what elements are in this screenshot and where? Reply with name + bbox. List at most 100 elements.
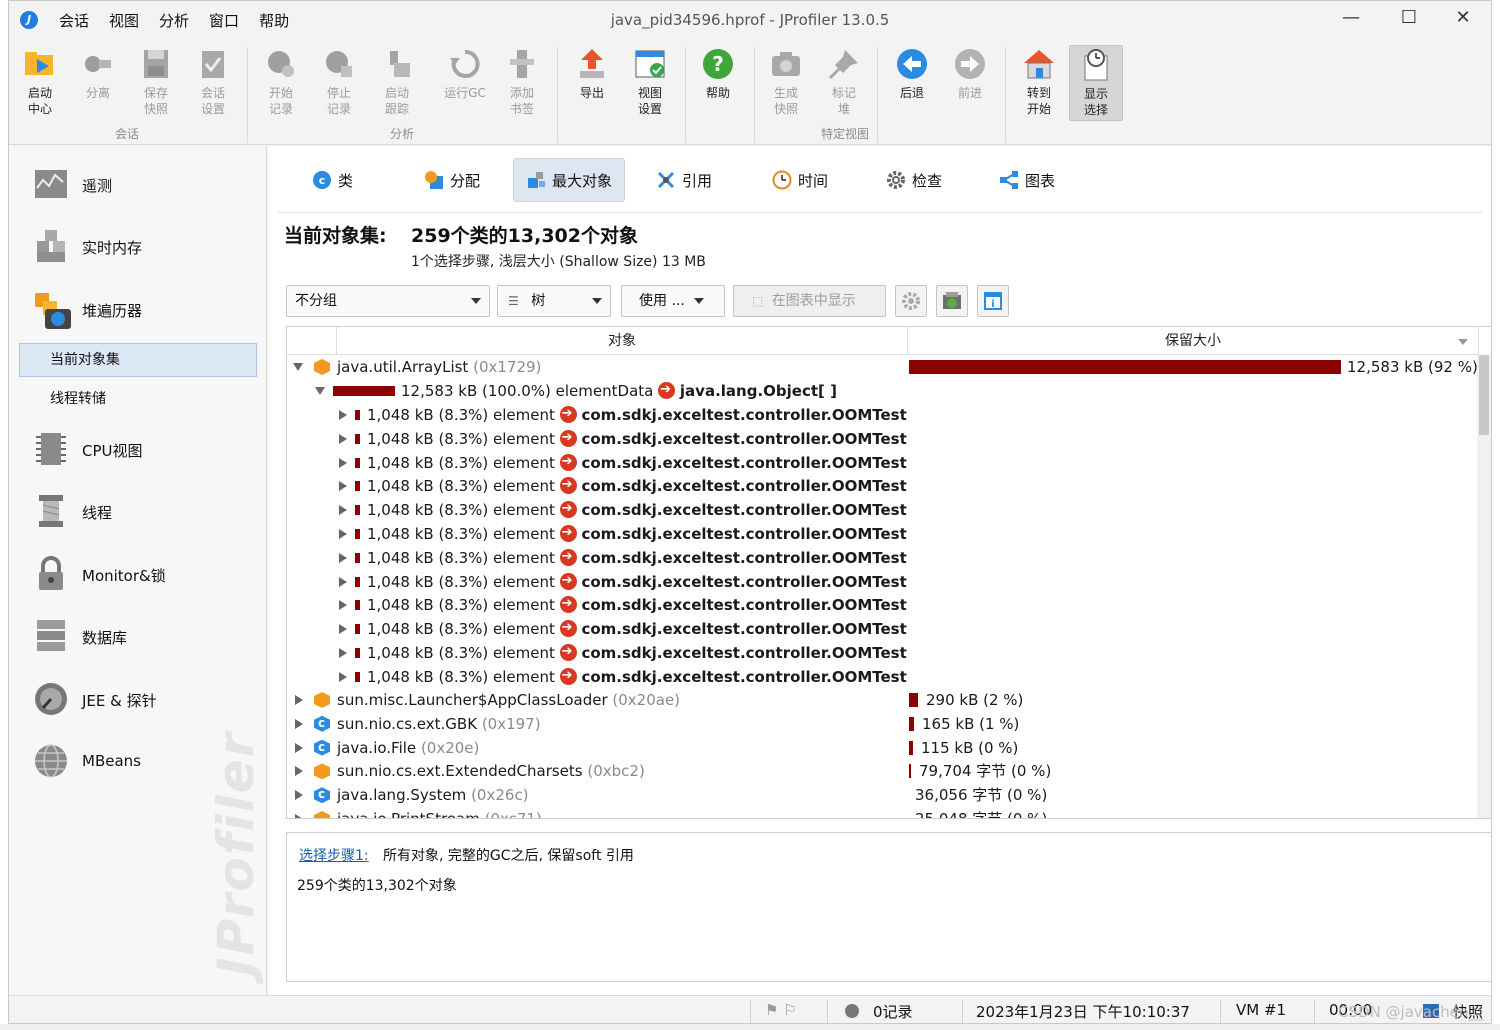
help-button[interactable]: ? 帮助 <box>691 45 745 121</box>
start-tracking-button[interactable]: 启动 跟踪 <box>370 45 424 121</box>
show-in-graph-button[interactable]: ⬚ 在图表中显示 <box>733 285 886 317</box>
expand-icon[interactable] <box>339 552 347 563</box>
tab-allocations[interactable]: 分配 <box>412 158 492 202</box>
expand-icon[interactable] <box>295 814 303 818</box>
expand-icon[interactable] <box>295 742 303 753</box>
minimize-button[interactable]: — <box>1331 7 1371 28</box>
vertical-scrollbar[interactable] <box>1477 355 1491 818</box>
expand-icon[interactable] <box>339 410 347 420</box>
sidebar-item-thread-dump[interactable]: 线程转储 <box>19 382 257 416</box>
scrollbar-thumb[interactable] <box>1479 355 1489 435</box>
tab-inspections[interactable]: 检查 <box>874 158 954 202</box>
run-gc-button[interactable]: 运行GC <box>438 45 492 121</box>
table-row[interactable]: sun.nio.cs.ext.ExtendedCharsets (0xbc2) 7… <box>287 759 1477 783</box>
expand-icon[interactable] <box>339 433 347 444</box>
session-settings-button[interactable]: 会话 设置 <box>186 45 240 121</box>
sidebar-item-database[interactable]: 数据库 <box>9 608 266 664</box>
sidebar-item-telemetry[interactable]: 遥测 <box>9 156 266 212</box>
cpu-icon <box>33 431 69 467</box>
expand-icon[interactable] <box>339 671 347 682</box>
table-row[interactable]: sun.nio.cs.ext.GBK (0x197)165 kB (1 %) <box>287 712 1477 736</box>
table-row-element[interactable]: 1,048 kB (8.3%) element com.sdkj.excelte… <box>287 640 1477 665</box>
tab-biggest-objects[interactable]: 最大对象 <box>513 158 626 202</box>
table-row-element[interactable]: 1,048 kB (8.3%) element com.sdkj.excelte… <box>287 426 1477 451</box>
table-row-element[interactable]: 1,048 kB (8.3%) element com.sdkj.excelte… <box>287 569 1477 594</box>
info-button[interactable]: i <box>977 285 1009 317</box>
view-mode-select[interactable]: ☰ 树 <box>497 285 611 317</box>
table-row[interactable]: java.io.File (0x20e)115 kB (0 %) <box>287 736 1477 760</box>
collapse-icon[interactable] <box>315 387 325 395</box>
close-button[interactable]: ✕ <box>1443 7 1483 28</box>
save-snapshot-button[interactable]: 保存 快照 <box>129 45 183 121</box>
expand-icon[interactable] <box>339 529 347 539</box>
sidebar-item-live-memory[interactable]: 实时内存 <box>9 218 266 274</box>
expand-icon[interactable] <box>339 624 347 635</box>
expand-icon[interactable] <box>339 481 347 492</box>
take-snapshot-button[interactable]: 生成 快照 <box>759 45 813 121</box>
expand-icon[interactable] <box>339 505 347 516</box>
reference-arrow-icon <box>559 497 577 521</box>
selection-step-link[interactable]: 选择步骤1: <box>299 845 369 865</box>
table-row-element[interactable]: 1,048 kB (8.3%) element com.sdkj.excelte… <box>287 592 1477 617</box>
show-selection-button[interactable]: 显示 选择 <box>1069 45 1123 121</box>
export-button[interactable]: 导出 <box>565 45 619 121</box>
expand-icon[interactable] <box>295 695 303 705</box>
table-row-element[interactable]: 1,048 kB (8.3%) element com.sdkj.excelte… <box>287 616 1477 641</box>
go-to-start-button[interactable]: 转到 开始 <box>1012 45 1066 121</box>
retained-size-value: 12,583 kB (92 %) <box>1347 358 1478 376</box>
detach-button[interactable]: 分离 <box>71 45 125 121</box>
table-row-element[interactable]: 1,048 kB (8.3%) element com.sdkj.excelte… <box>287 497 1477 522</box>
view-settings-button[interactable]: 视图 设置 <box>623 45 677 121</box>
table-row-root[interactable]: java.util.ArrayList (0x1729) 12,583 kB (… <box>287 355 1478 379</box>
grouping-select[interactable]: 不分组 <box>286 285 490 317</box>
tab-graph[interactable]: 图表 <box>987 158 1067 202</box>
tab-classes[interactable]: c 类 <box>300 158 365 202</box>
sidebar-item-current-object-set[interactable]: 当前对象集 <box>19 343 257 377</box>
reference-arrow-icon <box>559 545 577 569</box>
table-row-elementdata[interactable]: 12,583 kB (100.0%) elementData java.lang… <box>287 378 1477 403</box>
table-row[interactable]: sun.misc.Launcher$AppClassLoader (0x20ae… <box>287 688 1477 712</box>
table-row-element[interactable]: 1,048 kB (8.3%) element com.sdkj.excelte… <box>287 521 1477 546</box>
table-row[interactable]: java.lang.System (0x26c)36,056 字节 (0 %) <box>287 783 1477 807</box>
column-header-object[interactable]: 对象 <box>337 327 908 355</box>
table-row[interactable]: java.io.PrintStream (0xc71) 25,048 字节 (0 … <box>287 807 1477 818</box>
find-leaks-button[interactable] <box>936 285 968 317</box>
start-center-button[interactable]: 启动 中心 <box>13 45 67 121</box>
use-dropdown[interactable]: 使用 ... <box>621 285 725 317</box>
table-row-element[interactable]: 1,048 kB (8.3%) element com.sdkj.excelte… <box>287 450 1477 475</box>
column-header-retained-size[interactable]: 保留大小 <box>908 327 1479 355</box>
sidebar-item-threads[interactable]: 线程 <box>9 483 266 539</box>
share-bar <box>355 648 360 658</box>
table-row-element[interactable]: 1,048 kB (8.3%) element com.sdkj.excelte… <box>287 545 1477 570</box>
start-recording-button[interactable]: 开始 记录 <box>254 45 308 121</box>
title-bar: J 会话 视图 分析 窗口 帮助 java_pid34596.hprof - J… <box>9 1 1491 39</box>
mark-heap-button[interactable]: 标记 堆 <box>817 45 871 121</box>
settings-button[interactable] <box>895 285 927 317</box>
table-row-element[interactable]: 1,048 kB (8.3%) element com.sdkj.excelte… <box>287 402 1477 427</box>
maximize-button[interactable]: ☐ <box>1389 7 1429 28</box>
add-bookmark-button[interactable]: 添加 书签 <box>495 45 549 121</box>
share-bar <box>355 433 360 444</box>
stop-recording-button[interactable]: 停止 记录 <box>312 45 366 121</box>
expand-icon[interactable] <box>339 600 347 611</box>
sidebar-item-cpu[interactable]: CPU视图 <box>9 421 266 477</box>
tab-time[interactable]: 时间 <box>760 158 840 202</box>
sidebar-item-monitor-locks[interactable]: Monitor&锁 <box>9 546 266 602</box>
expand-icon[interactable] <box>295 718 303 729</box>
expand-icon[interactable] <box>339 576 347 587</box>
table-row-element[interactable]: 1,048 kB (8.3%) element com.sdkj.excelte… <box>287 664 1477 689</box>
bookmark-icon[interactable]: ⚑ ⚐ <box>765 1001 797 1019</box>
expand-icon[interactable] <box>295 766 303 777</box>
forward-button[interactable]: 前进 <box>943 45 997 121</box>
back-button[interactable]: 后退 <box>885 45 939 121</box>
tab-references[interactable]: 引用 <box>644 158 724 202</box>
sidebar-item-jee-probes[interactable]: JEE & 探针 <box>9 671 266 727</box>
collapse-icon[interactable] <box>293 363 303 371</box>
live-memory-icon <box>33 228 69 264</box>
expand-icon[interactable] <box>339 648 347 658</box>
view-settings-icon <box>633 47 667 81</box>
expand-icon[interactable] <box>295 790 303 801</box>
expand-icon[interactable] <box>339 457 347 468</box>
table-row-element[interactable]: 1,048 kB (8.3%) element com.sdkj.excelte… <box>287 473 1477 498</box>
sidebar-item-heap-walker[interactable]: 堆遍历器 <box>9 281 266 337</box>
